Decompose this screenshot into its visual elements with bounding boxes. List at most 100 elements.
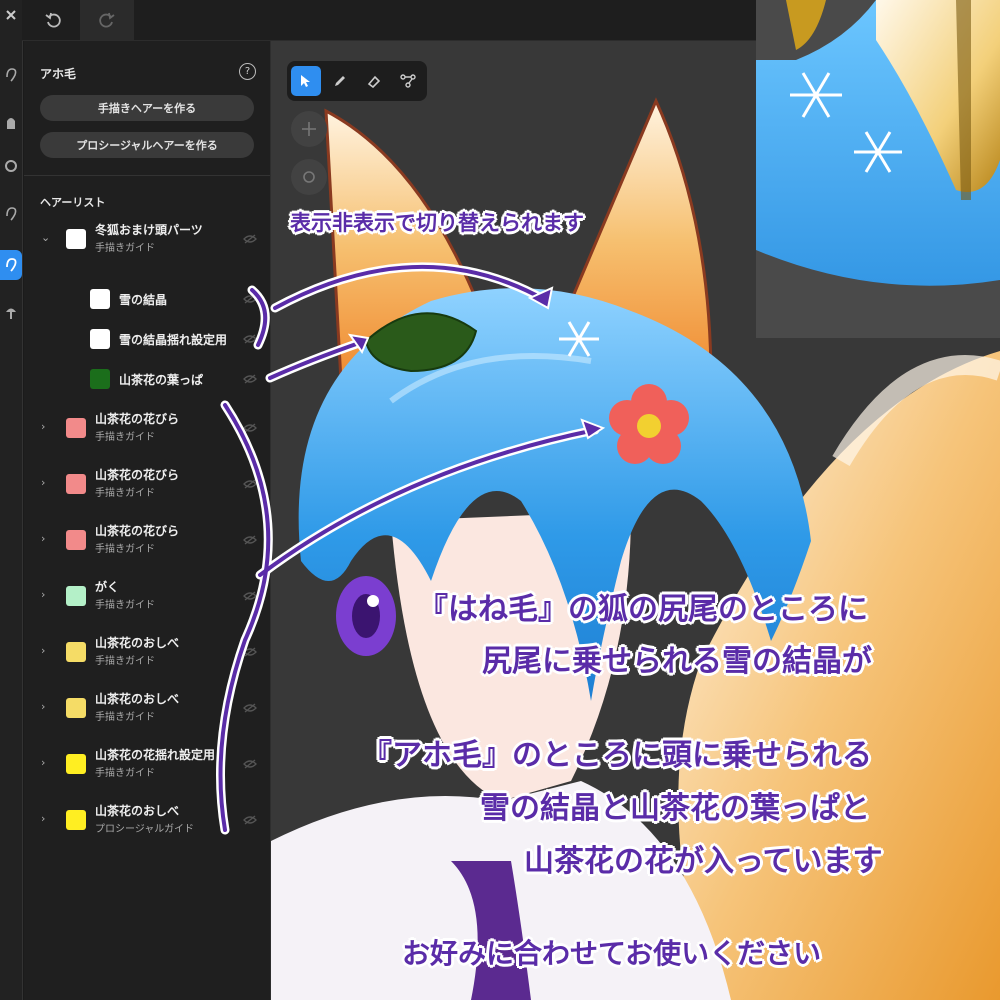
hair-panel: アホ毛 ? 手描きヘアーを作る プロシージャルヘアーを作る ヘアーリスト ⌄ 冬狐… xyxy=(24,41,271,1000)
hair-item-guide-type: 手描きガイド xyxy=(95,768,155,779)
chevron-right-icon[interactable]: › xyxy=(41,588,45,601)
hair-item-name: 山茶花のおしべ xyxy=(95,804,180,818)
hair-item-guide-type: 手描きガイド xyxy=(95,600,155,611)
panel-title: アホ毛 xyxy=(40,67,77,81)
chevron-right-icon[interactable]: › xyxy=(41,644,45,657)
hair-item-name: 山茶花の花びら xyxy=(95,524,180,538)
hair-list-item[interactable]: › 山茶花のおしべ 手描きガイド xyxy=(24,633,270,673)
viewport-toolbar xyxy=(287,61,427,101)
hair-list-item[interactable]: › 山茶花のおしべ 手描きガイド xyxy=(24,689,270,729)
annotation-line-1: 『はね毛』の狐の尻尾のところに xyxy=(418,592,868,627)
hair-item-name: 山茶花の花びら xyxy=(95,412,180,426)
ahoge-tool-icon[interactable] xyxy=(0,250,22,280)
annotation-line-4: 雪の結晶と山茶花の葉っぱと xyxy=(480,791,870,826)
chevron-down-icon[interactable]: ⌄ xyxy=(41,231,50,244)
color-swatch[interactable] xyxy=(66,474,86,494)
face-tool-icon[interactable] xyxy=(0,151,22,181)
visibility-hidden-icon[interactable] xyxy=(243,423,257,433)
annotation-line-2: 尻尾に乗せられる雪の結晶が xyxy=(482,644,872,679)
color-swatch[interactable] xyxy=(66,418,86,438)
redo-icon[interactable] xyxy=(80,0,134,40)
hair-item-guide-type: 手描きガイド xyxy=(95,656,155,667)
hair-item-guide-type: プロシージャルガイド xyxy=(95,824,194,835)
hair-list-item[interactable]: ⌄ 冬狐おまけ頭パーツ 手描きガイド xyxy=(24,220,270,260)
chevron-right-icon[interactable]: › xyxy=(41,756,45,769)
hair-item-name: 山茶花の花揺れ設定用 xyxy=(95,748,216,762)
hair-list-item[interactable]: › 山茶花の花揺れ設定用 手描きガイド xyxy=(24,745,270,785)
hair-item-guide-type: 手描きガイド xyxy=(95,712,155,723)
hair-list-child-item[interactable]: 雪の結晶 xyxy=(24,280,270,320)
curve-tool-icon[interactable] xyxy=(393,66,423,96)
color-swatch[interactable] xyxy=(90,369,110,389)
toggle-note-label: 表示非表示で切り替えられます xyxy=(290,211,584,235)
chevron-right-icon[interactable]: › xyxy=(41,532,45,545)
visibility-hidden-icon[interactable] xyxy=(243,294,257,304)
color-swatch[interactable] xyxy=(66,754,86,774)
select-tool-icon[interactable] xyxy=(291,66,321,96)
hair-list-child-item[interactable]: 山茶花の葉っぱ xyxy=(24,360,270,400)
hair-list-child-item[interactable]: 雪の結晶揺れ設定用 xyxy=(24,320,270,360)
hair-item-name: 山茶花の花びら xyxy=(95,468,180,482)
hair-list-item[interactable]: › 山茶花の花びら 手描きガイド xyxy=(24,465,270,505)
hair-list-item[interactable]: › 山茶花の花びら 手描きガイド xyxy=(24,409,270,449)
hair-tool-icon[interactable] xyxy=(0,60,22,90)
orbit-icon[interactable] xyxy=(291,159,327,195)
body-tool-icon[interactable] xyxy=(0,107,22,137)
color-swatch[interactable] xyxy=(66,530,86,550)
visibility-hidden-icon[interactable] xyxy=(243,479,257,489)
closeup-render xyxy=(756,0,1000,338)
hair-item-name: 冬狐おまけ頭パーツ xyxy=(95,223,203,237)
hair-shape-tool-icon[interactable] xyxy=(0,199,22,229)
help-circle-icon[interactable]: ? xyxy=(239,63,256,80)
color-swatch[interactable] xyxy=(66,586,86,606)
visibility-hidden-icon[interactable] xyxy=(243,703,257,713)
visibility-hidden-icon[interactable] xyxy=(243,535,257,545)
hair-item-guide-type: 手描きガイド xyxy=(95,432,155,443)
visibility-hidden-icon[interactable] xyxy=(243,234,257,244)
visibility-hidden-icon[interactable] xyxy=(243,591,257,601)
visibility-hidden-icon[interactable] xyxy=(243,647,257,657)
closeup-inset xyxy=(756,0,1000,338)
annotation-line-5: 山茶花の花が入っています xyxy=(524,844,883,879)
top-bar xyxy=(22,0,756,41)
visibility-hidden-icon[interactable] xyxy=(243,815,257,825)
hair-list-item[interactable]: › がく手描きガイド xyxy=(24,577,270,617)
color-swatch[interactable] xyxy=(66,642,86,662)
hair-item-guide-type: 手描きガイド xyxy=(95,544,155,555)
hair-item-name: がく xyxy=(95,580,120,594)
color-swatch[interactable] xyxy=(90,289,110,309)
visibility-hidden-icon[interactable] xyxy=(243,759,257,769)
hair-item-name: 山茶花のおしべ xyxy=(95,636,180,650)
undo-icon[interactable] xyxy=(26,0,80,40)
hair-item-guide-type: 手描きガイド xyxy=(95,243,155,254)
create-handdrawn-hair-button[interactable]: 手描きヘアーを作る xyxy=(40,95,254,121)
hair-list-item[interactable]: › 山茶花の花びら 手描きガイド xyxy=(24,521,270,561)
chevron-right-icon[interactable]: › xyxy=(41,700,45,713)
visibility-hidden-icon[interactable] xyxy=(243,334,257,344)
hair-item-name: 雪の結晶揺れ設定用 xyxy=(119,333,228,347)
color-swatch[interactable] xyxy=(66,810,86,830)
pan-icon[interactable] xyxy=(291,111,327,147)
panel-divider xyxy=(24,175,270,176)
annotation-line-3: 『アホ毛』のところに頭に乗せられる xyxy=(362,738,872,773)
annotation-line-6: お好みに合わせてお使いください xyxy=(402,937,822,970)
close-icon[interactable] xyxy=(0,0,22,30)
hair-item-name: 山茶花の葉っぱ xyxy=(119,373,204,387)
chevron-right-icon[interactable]: › xyxy=(41,420,45,433)
side-tool-strip xyxy=(0,0,23,1000)
hair-item-name: 雪の結晶 xyxy=(119,293,168,307)
pen-tool-icon[interactable] xyxy=(325,66,355,96)
chevron-right-icon[interactable]: › xyxy=(41,812,45,825)
hair-item-name: 山茶花のおしべ xyxy=(95,692,180,706)
hair-list-title: ヘアーリスト xyxy=(40,196,106,209)
chevron-right-icon[interactable]: › xyxy=(41,476,45,489)
eraser-tool-icon[interactable] xyxy=(359,66,389,96)
accessory-tool-icon[interactable] xyxy=(0,297,22,327)
visibility-hidden-icon[interactable] xyxy=(243,374,257,384)
hair-list-item[interactable]: › 山茶花のおしべプロシージャルガイド xyxy=(24,801,270,841)
create-procedural-hair-button[interactable]: プロシージャルヘアーを作る xyxy=(40,132,254,158)
color-swatch[interactable] xyxy=(90,329,110,349)
hair-item-guide-type: 手描きガイド xyxy=(95,488,155,499)
color-swatch[interactable] xyxy=(66,698,86,718)
color-swatch[interactable] xyxy=(66,229,86,249)
